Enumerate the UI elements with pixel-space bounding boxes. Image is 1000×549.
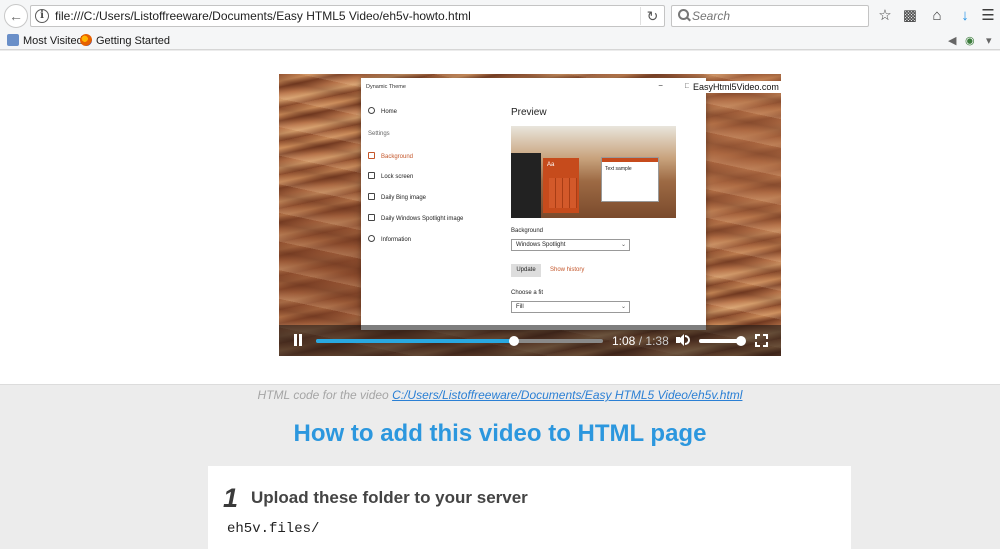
background-value: Windows Spotlight (516, 242, 566, 248)
reload-icon[interactable]: ↻ (640, 7, 664, 25)
info-icon (368, 235, 375, 242)
code-note: HTML code for the video C:/Users/Listoff… (0, 388, 1000, 402)
nav-label: Background (381, 154, 414, 160)
search-input[interactable] (692, 8, 862, 24)
preview-note: Text sample (601, 157, 659, 202)
home-icon[interactable]: ⌂ (927, 6, 947, 26)
step-title: Upload these folder to your server (251, 488, 528, 507)
nav-lock-screen: Lock screen (368, 172, 413, 180)
lock-screen-icon (368, 172, 375, 179)
preview-note-bar (602, 158, 658, 162)
folder-name: eh5v.files/ (227, 521, 320, 537)
fit-label: Choose a fit (511, 290, 544, 296)
preview-image: Aa Text sample (511, 126, 676, 218)
search-bar[interactable] (671, 5, 869, 27)
nav-daily-bing: Daily Bing image (368, 193, 426, 201)
nav-label: Daily Bing image (381, 195, 427, 201)
step-card: 1 Upload these folder to your server eh5… (208, 466, 851, 549)
seek-handle[interactable] (509, 336, 520, 346)
nav-spotlight: Daily Windows Spotlight image (368, 214, 463, 222)
nav-background: Background (368, 152, 413, 160)
background-dropdown: Windows Spotlight ⌄ (511, 239, 630, 251)
duration: 1:38 (645, 334, 669, 348)
step-number: 1 (223, 483, 239, 513)
nav-label: Lock screen (381, 174, 414, 180)
arrow-left-icon: ← (9, 8, 23, 24)
addon-icon[interactable]: ◉ (965, 33, 975, 49)
nav-label: Home (381, 109, 398, 115)
nav-settings-heading: Settings (368, 131, 390, 137)
browser-toolbar: ← i file:///C:/Users/Listoffreeware/Docu… (0, 0, 1000, 32)
menu-icon[interactable]: ☰ (978, 6, 998, 26)
nav-home: Home (368, 107, 397, 115)
video-controls: 1:08 / 1:38 (279, 325, 781, 356)
app-window: Dynamic Theme − □ Home Settings Backgrou… (361, 78, 706, 330)
seek-bar[interactable] (316, 336, 603, 346)
time-separator: / (638, 334, 643, 348)
code-note-prefix: HTML code for the video (257, 388, 389, 402)
bookmark-most-visited[interactable]: Most Visited (7, 33, 83, 49)
bookmarks-bar: Most Visited Getting Started ◀ ◉ ▾ (0, 32, 1000, 50)
watermark[interactable]: EasyHtml5Video.com (689, 81, 781, 93)
volume-slider[interactable] (699, 336, 746, 346)
info-icon[interactable]: i (35, 9, 49, 23)
triangle-icon[interactable]: ◀ (948, 33, 956, 49)
volume-handle[interactable] (736, 336, 746, 346)
back-button[interactable]: ← (4, 4, 28, 28)
background-label: Background (511, 228, 544, 234)
firefox-icon (80, 34, 92, 46)
nav-label: Daily Windows Spotlight image (381, 216, 464, 222)
grid-icon (368, 193, 375, 200)
preview-title: Preview (511, 107, 547, 118)
preview-aa: Aa (547, 162, 555, 168)
nav-label: Information (381, 237, 412, 243)
page-heading: How to add this video to HTML page (293, 420, 707, 447)
video-player[interactable]: Dynamic Theme − □ Home Settings Backgrou… (279, 74, 781, 356)
fullscreen-icon[interactable] (755, 334, 768, 347)
url-text[interactable]: file:///C:/Users/Listoffreeware/Document… (55, 9, 471, 23)
bookmark-folder-icon (7, 34, 19, 46)
current-time: 1:08 (612, 334, 636, 348)
search-icon (677, 8, 689, 20)
reading-list-icon[interactable]: ▩ (900, 6, 920, 26)
image-icon (368, 152, 375, 159)
nav-information: Information (368, 235, 411, 243)
time-display: 1:08 / 1:38 (612, 334, 669, 348)
download-icon[interactable]: ↓ (955, 6, 975, 26)
fit-value: Fill (516, 304, 524, 310)
app-title: Dynamic Theme (366, 84, 406, 90)
star-bookmark-icon[interactable]: ☆ (875, 6, 895, 26)
url-bar[interactable]: i file:///C:/Users/Listoffreeware/Docume… (30, 5, 665, 27)
preview-note-text: Text sample (605, 166, 632, 172)
bookmark-getting-started[interactable]: Getting Started (80, 33, 170, 49)
preview-taskbar (511, 153, 541, 218)
home-icon (368, 107, 375, 114)
preview-tiles (549, 178, 577, 208)
code-link[interactable]: C:/Users/Listoffreeware/Documents/Easy H… (392, 388, 742, 402)
update-button: Update (511, 264, 541, 277)
bookmark-label: Getting Started (96, 35, 170, 47)
seek-progress (316, 339, 515, 343)
fit-dropdown: Fill ⌄ (511, 301, 630, 313)
chevron-down-icon[interactable]: ▾ (986, 33, 992, 49)
chevron-down-icon: ⌄ (620, 304, 626, 310)
chevron-down-icon: ⌄ (620, 242, 626, 248)
bookmark-label: Most Visited (23, 35, 83, 47)
grid-icon (368, 214, 375, 221)
show-history-link: Show history (550, 267, 585, 273)
pause-icon[interactable] (292, 334, 304, 347)
